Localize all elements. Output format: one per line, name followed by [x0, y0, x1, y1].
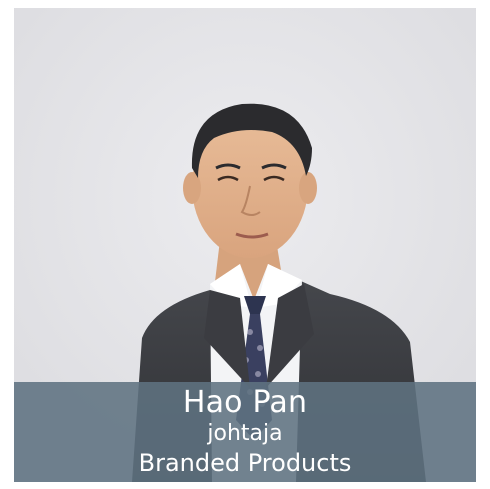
person-role: johtaja — [207, 421, 283, 446]
caption-bar: Hao Pan johtaja Branded Products — [14, 382, 476, 482]
profile-card: Hao Pan johtaja Branded Products — [14, 8, 476, 482]
person-name: Hao Pan — [182, 385, 308, 420]
person-unit: Branded Products — [138, 449, 352, 477]
